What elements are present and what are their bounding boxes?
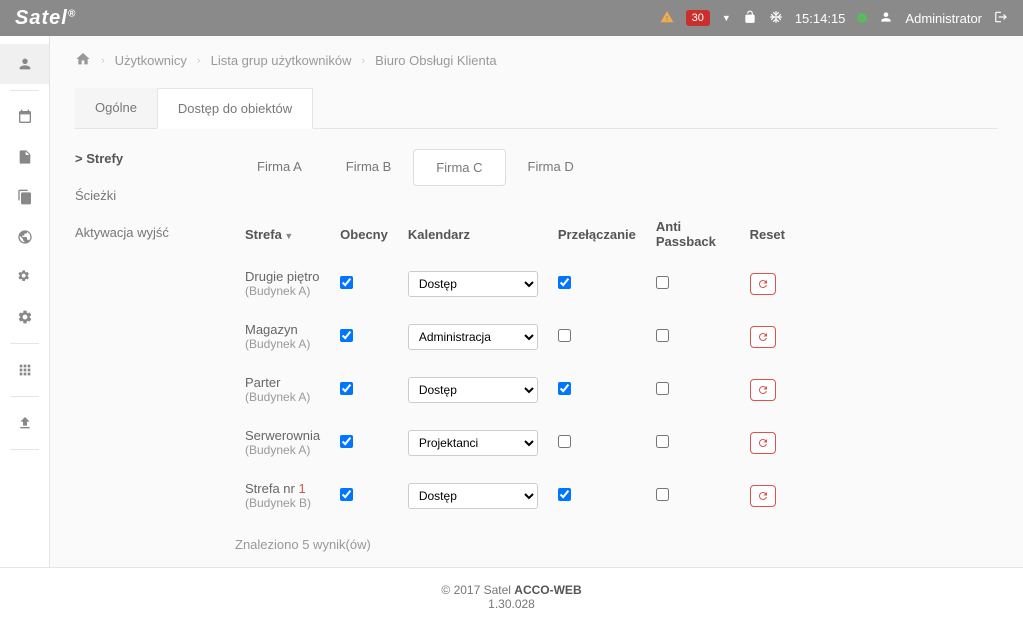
present-checkbox[interactable] (340, 276, 353, 289)
table-row: Strefa nr 1(Budynek B) DostępAdministracj… (235, 469, 795, 522)
calendar-select[interactable]: DostępAdministracjaProjektanci (408, 324, 538, 350)
th-present[interactable]: Obecny (330, 211, 398, 257)
zone-name: Magazyn (245, 322, 320, 337)
sidebar-modules-icon[interactable] (0, 350, 49, 390)
status-indicator (857, 13, 867, 23)
firm-tab-a[interactable]: Firma A (235, 149, 324, 186)
table-row: Serwerownia(Budynek A) DostępAdministracj… (235, 416, 795, 469)
snowflake-icon[interactable] (769, 10, 783, 27)
th-reset[interactable]: Reset (740, 211, 795, 257)
clock-time: 15:14:15 (795, 11, 846, 26)
reset-button[interactable] (750, 326, 776, 348)
zone-name: Strefa nr 1 (245, 481, 320, 496)
subnav-paths[interactable]: Ścieżki (75, 188, 205, 203)
sidebar-copy-icon[interactable] (0, 177, 49, 217)
notification-badge[interactable]: 30 (686, 10, 710, 26)
antipassback-checkbox[interactable] (656, 329, 669, 342)
firm-tab-b[interactable]: Firma B (324, 149, 414, 186)
toggle-checkbox[interactable] (558, 382, 571, 395)
zone-building: (Budynek A) (245, 284, 320, 298)
present-checkbox[interactable] (340, 382, 353, 395)
zone-building: (Budynek A) (245, 337, 320, 351)
table-row: Drugie piętro(Budynek A) DostępAdministra… (235, 257, 795, 310)
calendar-select[interactable]: DostępAdministracjaProjektanci (408, 483, 538, 509)
present-checkbox[interactable] (340, 329, 353, 342)
firm-tab-d[interactable]: Firma D (506, 149, 596, 186)
tab-general[interactable]: Ogólne (75, 88, 157, 128)
username[interactable]: Administrator (905, 11, 982, 26)
toggle-checkbox[interactable] (558, 488, 571, 501)
unlock-icon[interactable] (743, 10, 757, 27)
tabs: Ogólne Dostęp do obiektów (75, 88, 998, 129)
logo: Satel® (15, 7, 76, 30)
logout-icon[interactable] (994, 10, 1008, 27)
sidebar-gears-icon[interactable] (0, 257, 49, 297)
sidebar-document-icon[interactable] (0, 137, 49, 177)
antipassback-checkbox[interactable] (656, 488, 669, 501)
sidebar (0, 36, 50, 567)
topbar: Satel® 30 ▼ 15:14:15 Administrator (0, 0, 1023, 36)
th-calendar[interactable]: Kalendarz (398, 211, 548, 257)
firm-tabs: Firma A Firma B Firma C Firma D (235, 149, 998, 186)
calendar-select[interactable]: DostępAdministracjaProjektanci (408, 271, 538, 297)
table-row: Parter(Budynek A) DostępAdministracjaProj… (235, 363, 795, 416)
zone-building: (Budynek B) (245, 496, 320, 510)
zone-name: Drugie piętro (245, 269, 320, 284)
warning-icon[interactable] (660, 10, 674, 27)
calendar-select[interactable]: DostępAdministracjaProjektanci (408, 377, 538, 403)
th-zone[interactable]: Strefa (235, 211, 330, 257)
zone-building: (Budynek A) (245, 443, 320, 457)
table-row: Magazyn(Budynek A) DostępAdministracjaPro… (235, 310, 795, 363)
subnav-outputs[interactable]: Aktywacja wyjść (75, 225, 205, 240)
toggle-checkbox[interactable] (558, 276, 571, 289)
antipassback-checkbox[interactable] (656, 276, 669, 289)
antipassback-checkbox[interactable] (656, 382, 669, 395)
sidebar-gear-icon[interactable] (0, 297, 49, 337)
subnav-zones[interactable]: Strefy (75, 151, 205, 166)
zone-name: Parter (245, 375, 320, 390)
results-count: Znaleziono 5 wynik(ów) (235, 537, 998, 552)
breadcrumb-link[interactable]: Użytkownicy (115, 53, 187, 68)
zone-name: Serwerownia (245, 428, 320, 443)
footer: © 2017 Satel ACCO-WEB 1.30.028 (0, 567, 1023, 626)
reset-button[interactable] (750, 273, 776, 295)
home-icon[interactable] (75, 51, 91, 70)
breadcrumb: › Użytkownicy › Lista grup użytkowników … (75, 51, 998, 70)
sidebar-users-icon[interactable] (0, 44, 49, 84)
antipassback-checkbox[interactable] (656, 435, 669, 448)
th-toggle[interactable]: Przełączanie (548, 211, 646, 257)
present-checkbox[interactable] (340, 488, 353, 501)
chevron-down-icon[interactable]: ▼ (722, 13, 731, 23)
sidebar-globe-icon[interactable] (0, 217, 49, 257)
toggle-checkbox[interactable] (558, 435, 571, 448)
tab-access[interactable]: Dostęp do obiektów (157, 88, 313, 129)
sub-nav: Strefy Ścieżki Aktywacja wyjść (75, 149, 205, 552)
breadcrumb-current: Biuro Obsługi Klienta (375, 53, 496, 68)
present-checkbox[interactable] (340, 435, 353, 448)
th-anti[interactable]: Anti Passback (646, 211, 740, 257)
toggle-checkbox[interactable] (558, 329, 571, 342)
zone-building: (Budynek A) (245, 390, 320, 404)
breadcrumb-link[interactable]: Lista grup użytkowników (211, 53, 352, 68)
sidebar-calendar-icon[interactable] (0, 97, 49, 137)
sidebar-upload-icon[interactable] (0, 403, 49, 443)
reset-button[interactable] (750, 432, 776, 454)
reset-button[interactable] (750, 379, 776, 401)
calendar-select[interactable]: DostępAdministracjaProjektanci (408, 430, 538, 456)
user-icon (879, 10, 893, 27)
reset-button[interactable] (750, 485, 776, 507)
zones-table: Strefa Obecny Kalendarz Przełączanie Ant… (235, 211, 795, 522)
firm-tab-c[interactable]: Firma C (413, 149, 505, 186)
